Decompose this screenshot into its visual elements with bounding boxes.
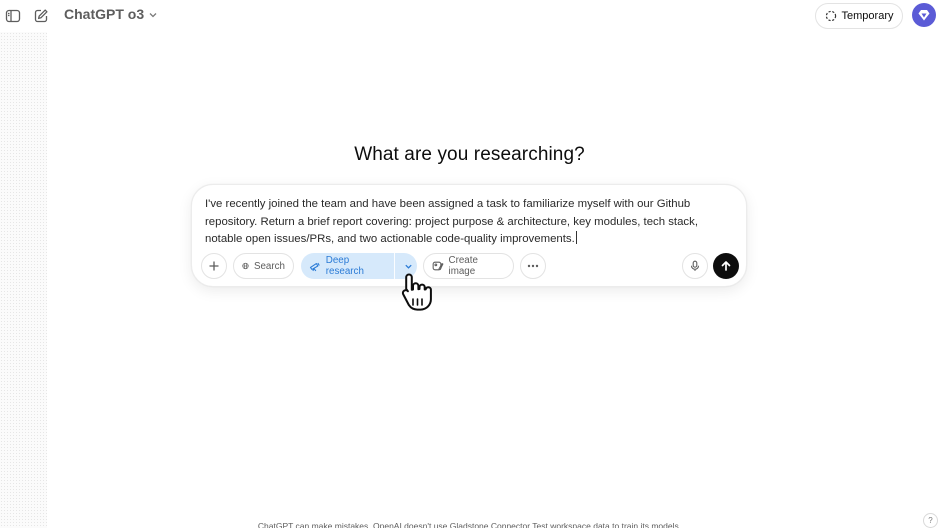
top-bar: ChatGPT o3 Temporary bbox=[0, 0, 939, 32]
deep-research-label: Deep research bbox=[325, 255, 364, 277]
dashed-circle-icon bbox=[825, 10, 836, 22]
more-tools-button[interactable] bbox=[520, 253, 546, 279]
microphone-icon bbox=[690, 260, 700, 271]
footer-disclaimer: ChatGPT can make mistakes. OpenAI doesn'… bbox=[257, 521, 682, 528]
telescope-icon bbox=[309, 262, 320, 272]
temporary-label: Temporary bbox=[841, 10, 894, 22]
model-label: ChatGPT o3 bbox=[64, 6, 145, 22]
arrow-up-icon bbox=[721, 261, 731, 271]
chatgpt-page: ChatGPT o3 Temporary What are you resear… bbox=[0, 0, 939, 528]
search-button[interactable]: Search bbox=[233, 253, 294, 279]
ellipsis-icon bbox=[527, 264, 539, 268]
text-caret bbox=[575, 231, 577, 244]
search-label: Search bbox=[253, 260, 285, 272]
sidebar-collapsed-area bbox=[0, 32, 47, 528]
page-title: What are you researching? bbox=[354, 144, 585, 165]
hand-pointer-icon bbox=[401, 273, 432, 311]
deep-research-divider bbox=[393, 253, 395, 279]
chevron-down-icon bbox=[405, 264, 412, 269]
add-attachment-button[interactable] bbox=[201, 253, 227, 279]
globe-icon bbox=[242, 262, 249, 270]
help-button[interactable]: ? bbox=[923, 513, 938, 528]
prompt-input[interactable]: I've recently joined the team and have b… bbox=[205, 196, 735, 249]
gem-icon bbox=[918, 10, 930, 21]
model-picker[interactable]: ChatGPT o3 bbox=[64, 6, 158, 22]
edit-icon bbox=[34, 9, 48, 23]
temporary-chat-button[interactable]: Temporary bbox=[815, 3, 903, 29]
send-button[interactable] bbox=[713, 253, 739, 279]
sidebar-icon bbox=[5, 9, 21, 23]
prompt-text: I've recently joined the team and have b… bbox=[205, 198, 698, 245]
composer-toolbar: Search Deep research Create image bbox=[201, 253, 739, 279]
new-chat-button[interactable] bbox=[29, 4, 53, 28]
deep-research-toggle[interactable]: Deep research bbox=[301, 253, 389, 279]
prompt-composer: I've recently joined the team and have b… bbox=[191, 184, 747, 287]
avatar[interactable] bbox=[912, 3, 936, 27]
sidebar-toggle-button[interactable] bbox=[1, 4, 25, 28]
dictate-button[interactable] bbox=[682, 253, 708, 279]
plus-icon bbox=[209, 261, 219, 271]
chevron-down-icon bbox=[149, 12, 157, 17]
create-image-label: Create image bbox=[448, 255, 478, 277]
